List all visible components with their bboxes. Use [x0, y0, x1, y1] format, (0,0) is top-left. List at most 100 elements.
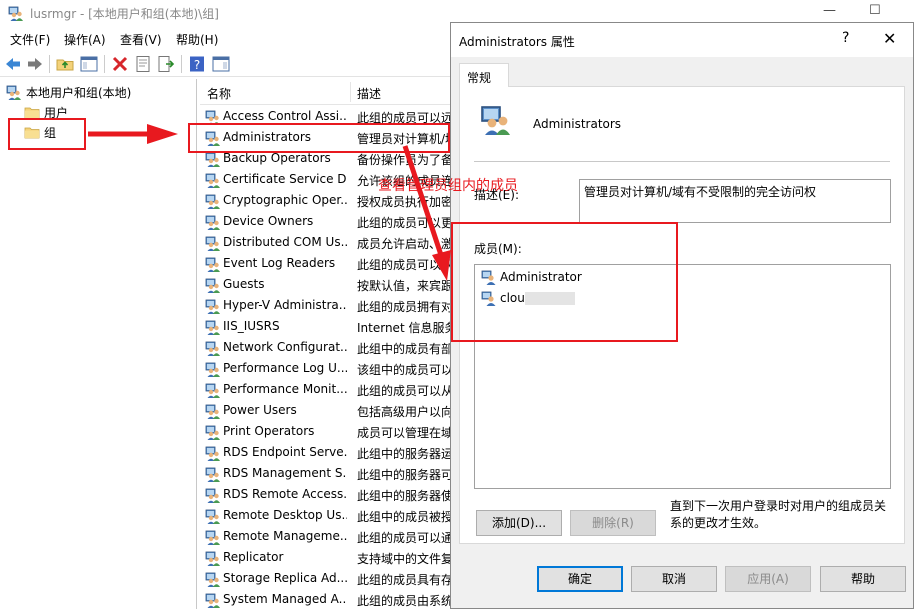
annotation-text: 查看管理员组内的成员: [378, 178, 518, 194]
table-row[interactable]: Distributed COM Us... 成员允许启动、激: [200, 232, 450, 253]
forward-arrow-icon[interactable]: [26, 55, 44, 73]
group-description-cell: Internet 信息服务: [357, 321, 450, 335]
group-name-cell: Hyper-V Administra...: [223, 298, 347, 312]
table-row[interactable]: RDS Management S... 此组中的服务器可: [200, 463, 450, 484]
export-list-icon[interactable]: [157, 55, 175, 73]
help-button[interactable]: 帮助: [820, 566, 906, 592]
properties-icon[interactable]: [134, 55, 152, 73]
back-arrow-icon[interactable]: [4, 55, 22, 73]
table-row[interactable]: Power Users 包括高级用户以向: [200, 400, 450, 421]
column-divider[interactable]: [350, 82, 351, 102]
group-name-cell: Performance Monit...: [223, 382, 347, 396]
action-pane-icon[interactable]: [212, 55, 230, 73]
apply-button[interactable]: 应用(A): [725, 566, 811, 592]
group-icon: [205, 257, 221, 272]
close-icon[interactable]: ✕: [883, 29, 896, 48]
group-icon: [205, 194, 221, 209]
table-row[interactable]: RDS Remote Access... 此组中的服务器使: [200, 484, 450, 505]
help-question-icon[interactable]: ?: [842, 30, 849, 46]
toolbar-separator: [49, 55, 50, 73]
group-icon: [205, 593, 221, 608]
group-description-cell: 此组的成员拥有对: [357, 300, 450, 314]
group-icon: [481, 106, 511, 135]
group-name-cell: Remote Manageme...: [223, 529, 347, 543]
group-icon: [205, 551, 221, 566]
table-row[interactable]: Storage Replica Ad... 此组的成员具有存: [200, 568, 450, 589]
menu-file[interactable]: 文件(F): [10, 31, 50, 48]
group-icon: [205, 509, 221, 524]
group-icon: [205, 404, 221, 419]
description-field[interactable]: 管理员对计算机/域有不受限制的完全访问权: [579, 179, 891, 223]
group-icon: [205, 152, 221, 167]
group-name-cell: Guests: [223, 277, 265, 291]
group-name-cell: Network Configurat...: [223, 340, 347, 354]
table-row[interactable]: Remote Manageme... 此组的成员可以通: [200, 526, 450, 547]
group-icon: [205, 320, 221, 335]
table-row[interactable]: Guests 按默认值，来宾跟: [200, 274, 450, 295]
table-row[interactable]: Network Configurat... 此组中的成员有部: [200, 337, 450, 358]
group-icon: [205, 215, 221, 230]
group-name-cell: System Managed A...: [223, 592, 347, 606]
group-icon: [205, 446, 221, 461]
cancel-button[interactable]: 取消: [631, 566, 717, 592]
tree-item-root[interactable]: 本地用户和组(本地): [6, 82, 131, 102]
group-description-cell: 包括高级用户以向: [357, 405, 450, 419]
up-folder-icon[interactable]: [56, 55, 74, 73]
highlight-administrators-row: [188, 123, 450, 153]
toolbar-separator: [181, 55, 182, 73]
group-description-cell: 此组中的成员有部: [357, 342, 450, 356]
delete-icon[interactable]: [111, 55, 129, 73]
tree-item-root-label: 本地用户和组(本地): [26, 85, 132, 100]
group-description-cell: 此组中的服务器可: [357, 468, 450, 482]
table-row[interactable]: Device Owners 此组的成员可以更: [200, 211, 450, 232]
table-row[interactable]: Remote Desktop Us... 此组中的成员被授: [200, 505, 450, 526]
group-name-cell: RDS Management S...: [223, 466, 347, 480]
group-description-cell: 此组的成员可以更: [357, 216, 450, 230]
group-name-cell: Remote Desktop Us...: [223, 508, 347, 522]
tab-general[interactable]: 常规: [459, 63, 509, 87]
group-icon: [205, 467, 221, 482]
group-description-cell: 该组中的成员可以: [357, 363, 450, 377]
column-header-name[interactable]: 名称: [207, 85, 231, 102]
table-row[interactable]: Performance Monit... 此组的成员可以从: [200, 379, 450, 400]
ok-button[interactable]: 确定: [537, 566, 623, 592]
table-row[interactable]: Performance Log U... 该组中的成员可以: [200, 358, 450, 379]
svg-text:?: ?: [194, 58, 200, 72]
menu-help[interactable]: 帮助(H): [176, 31, 218, 48]
table-row[interactable]: RDS Endpoint Serve... 此组中的服务器运: [200, 442, 450, 463]
divider: [474, 161, 890, 162]
tab-general-label: 常规: [467, 71, 492, 85]
group-list: 名称 描述 Access Control Assi... 此组的成员可以远 Admi…: [200, 79, 450, 609]
show-tree-icon[interactable]: [80, 55, 98, 73]
group-icon: [205, 341, 221, 356]
toolbar: ?: [0, 51, 450, 77]
group-description-cell: 此组的成员可以从: [357, 258, 450, 272]
group-name-cell: Cryptographic Oper...: [223, 193, 347, 207]
table-row[interactable]: System Managed A... 此组的成员由系统: [200, 589, 450, 609]
column-header-description[interactable]: 描述: [357, 85, 381, 102]
group-icon: [205, 530, 221, 545]
table-row[interactable]: Event Log Readers 此组的成员可以从: [200, 253, 450, 274]
toolbar-separator: [104, 55, 105, 73]
help-icon[interactable]: ?: [188, 55, 206, 73]
group-name-cell: Performance Log U...: [223, 361, 347, 375]
remove-button[interactable]: 删除(R): [570, 510, 656, 536]
table-row[interactable]: Replicator 支持域中的文件复: [200, 547, 450, 568]
menu-action[interactable]: 操作(A): [64, 31, 106, 48]
table-row[interactable]: Hyper-V Administra... 此组的成员拥有对: [200, 295, 450, 316]
group-description-cell: 此组的成员具有存: [357, 573, 450, 587]
group-description-cell: 备份操作员为了备: [357, 153, 450, 167]
add-button[interactable]: 添加(D)...: [476, 510, 562, 536]
table-row[interactable]: IIS_IUSRS Internet 信息服务: [200, 316, 450, 337]
group-icon: [205, 488, 221, 503]
group-name-cell: Event Log Readers: [223, 256, 336, 270]
group-description-cell: 支持域中的文件复: [357, 552, 450, 566]
minimize-button[interactable]: —: [823, 3, 836, 18]
group-description-cell: 此组中的服务器使: [357, 489, 450, 503]
membership-note: 直到下一次用户登录时对用户的组成员关系的更改才生效。: [670, 499, 887, 530]
group-description-cell: 此组的成员可以从: [357, 384, 450, 398]
maximize-button[interactable]: ☐: [869, 3, 881, 18]
group-name: Administrators: [533, 117, 622, 131]
table-row[interactable]: Print Operators 成员可以管理在域: [200, 421, 450, 442]
menu-view[interactable]: 查看(V): [120, 31, 162, 48]
